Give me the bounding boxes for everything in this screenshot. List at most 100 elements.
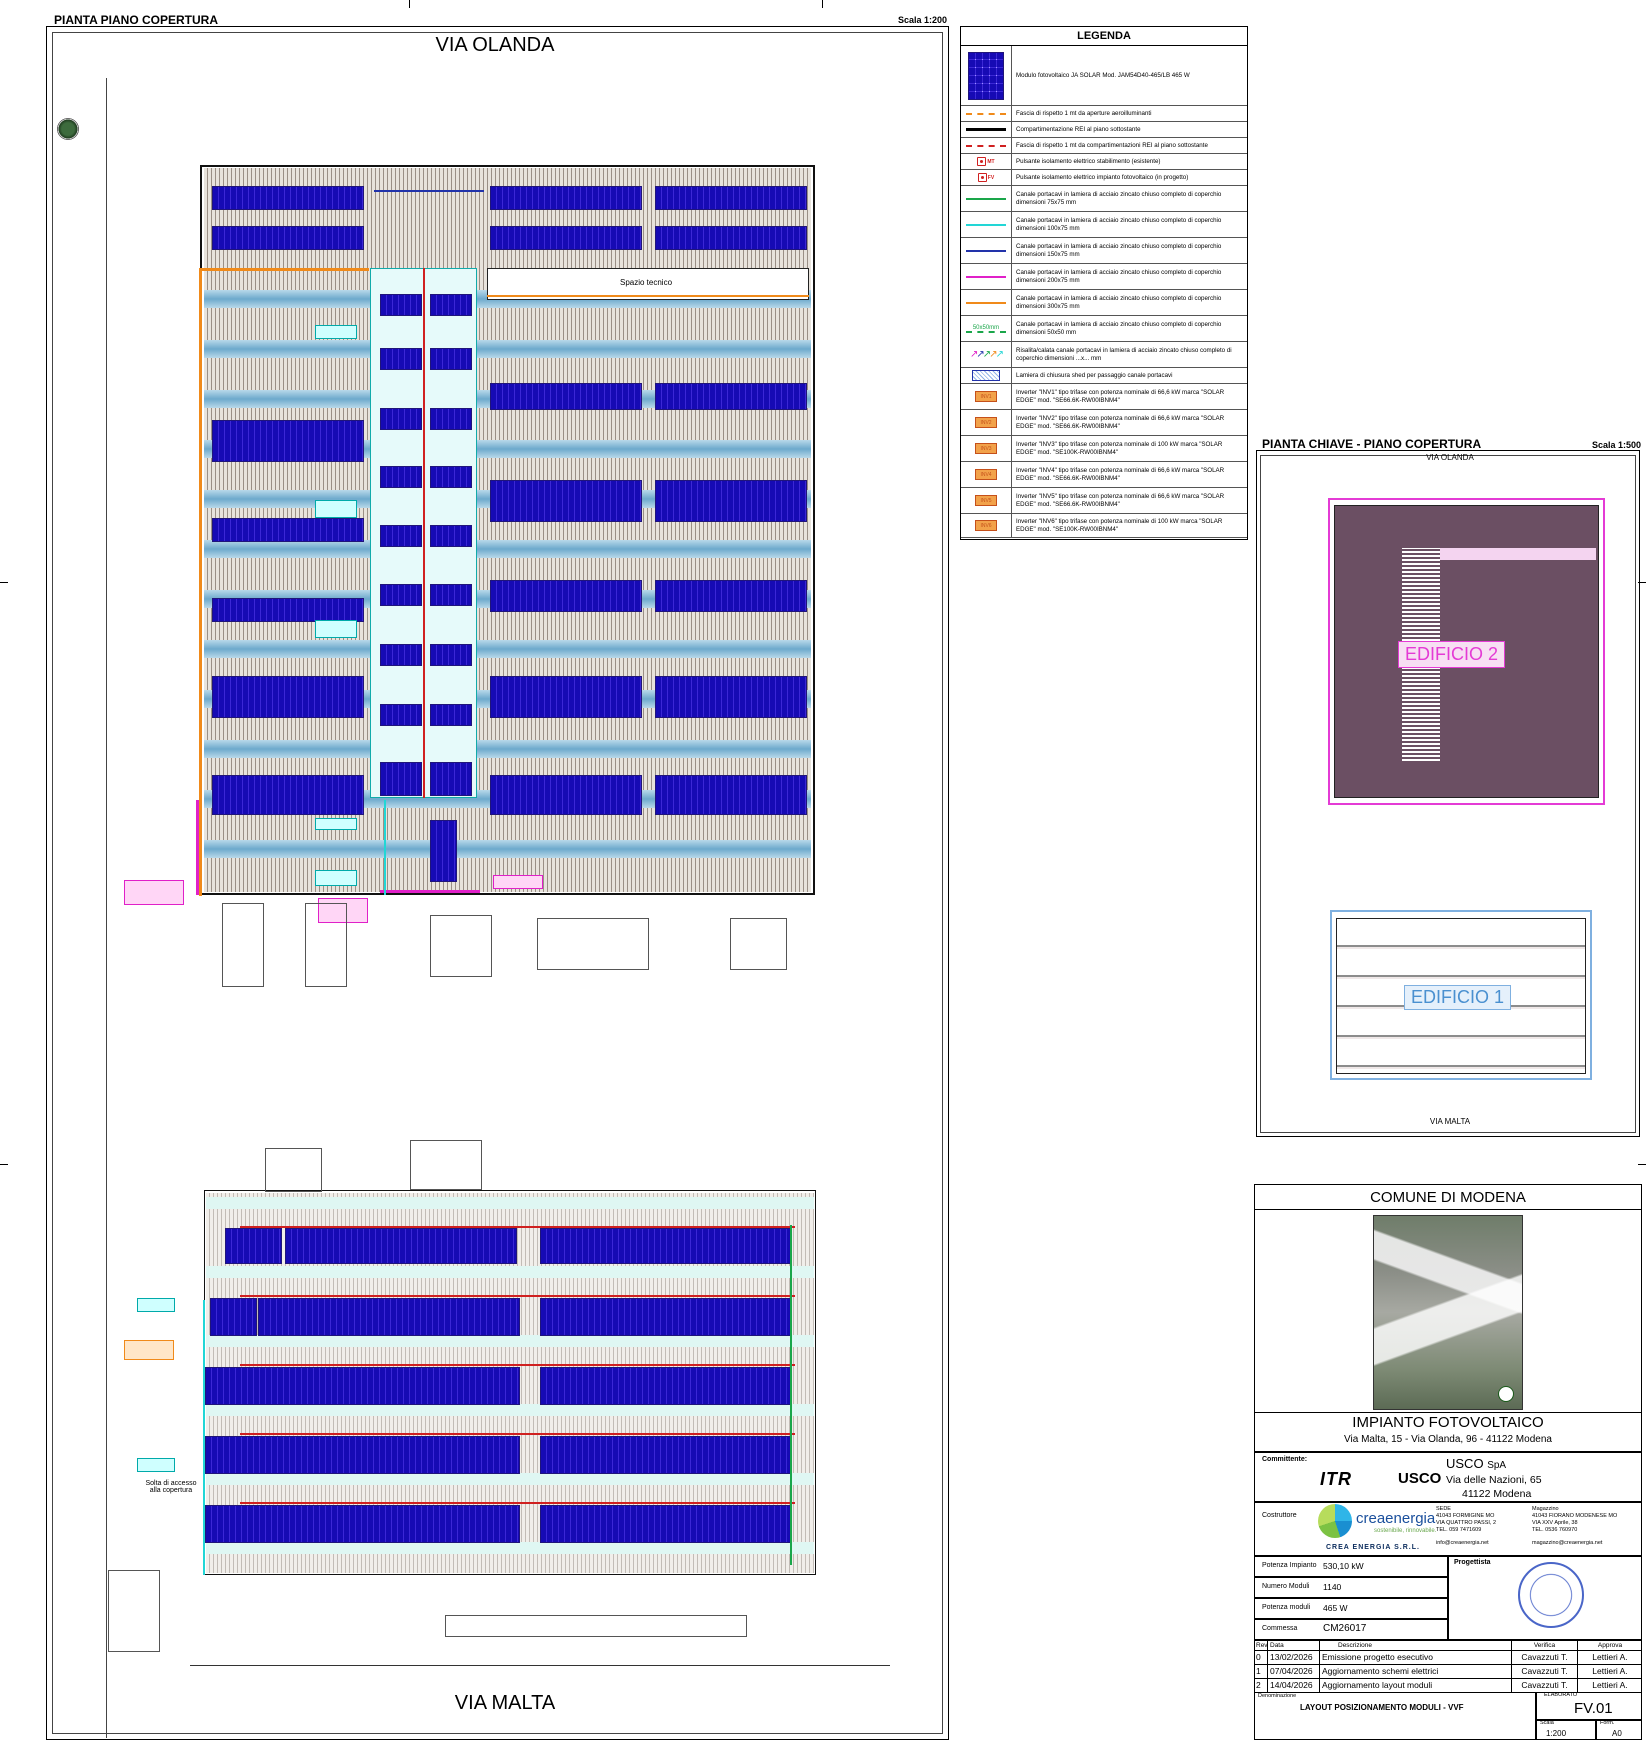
legend-symbol (961, 290, 1012, 315)
annotation-callout (124, 1340, 174, 1360)
perimeter-line (106, 78, 107, 1738)
municipality-name: COMUNE DI MODENA (1370, 1189, 1526, 1206)
legend-row: INV3 Inverter "INV3" tipo trifase con pot… (961, 436, 1247, 462)
street-label-bottom: VIA MALTA (454, 1692, 556, 1714)
riser-arrows-icon: ↗↗↗↗↗ (970, 349, 1004, 360)
shed-closure-icon (972, 370, 1000, 381)
key-plan-street-top: VIA OLANDA (1426, 453, 1474, 462)
client-name: USCO SpA (1446, 1456, 1506, 1471)
ancillary-structure (108, 1570, 160, 1652)
pv-array (430, 762, 472, 796)
office-warehouse: Magazzino 41043 FIORANO MODENESE MO VIA … (1532, 1506, 1618, 1533)
pv-array (655, 480, 807, 522)
builder-label: Costruttore (1262, 1512, 1297, 1519)
revision-approve: Lettieri A. (1592, 1680, 1628, 1690)
pv-array (205, 1505, 520, 1543)
pv-array (655, 186, 807, 210)
annotation-callout (315, 620, 357, 638)
pv-array (490, 775, 642, 815)
shed-strip (204, 840, 811, 858)
client-address-2: 41122 Modena (1462, 1488, 1532, 1500)
drawing-label: ELABORATO (1544, 1692, 1578, 1698)
builder-tagline: sostenibile, rinnovabile. (1374, 1528, 1437, 1534)
pv-array (380, 584, 422, 606)
legend-text: Inverter "INV3" tipo trifase con potenza… (1016, 440, 1223, 456)
annotation-callout (137, 1298, 175, 1312)
revision-approve: Lettieri A. (1592, 1652, 1628, 1662)
button-code: FV (987, 174, 995, 181)
pv-array (380, 762, 422, 796)
pv-array (212, 518, 364, 542)
pv-array (490, 383, 642, 410)
legend-text: Pulsante isolamento elettrico impianto f… (1016, 173, 1189, 181)
ancillary-structure (265, 1148, 322, 1192)
cable-tray-red (240, 1295, 795, 1297)
revision-table: Rev. Data Descrizione Verifica Approva 0… (1254, 1640, 1642, 1693)
building-1-band (206, 1473, 814, 1485)
format-value: A0 (1612, 1729, 1622, 1738)
revision-desc: Aggiornamento layout moduli (1320, 1679, 1512, 1692)
legend-row: MT Pulsante isolamento elettrico stabilim… (961, 154, 1247, 170)
cable-tray-magenta (380, 890, 480, 893)
legend-symbol (961, 238, 1012, 263)
key-plan-building-1-label: EDIFICIO 1 (1404, 985, 1512, 1010)
border-tick (409, 0, 410, 8)
legend-symbol (961, 106, 1012, 121)
job-value: CM26017 (1323, 1623, 1367, 1634)
pv-array (540, 1505, 792, 1543)
legend-text: Inverter "INV5" tipo trifase con potenza… (1016, 492, 1225, 508)
pv-array (212, 676, 364, 718)
legend-text: Inverter "INV1" tipo trifase con potenza… (1016, 388, 1225, 404)
cable-tray-blue (374, 190, 484, 192)
email-info: info@creaenergia.net (1436, 1540, 1489, 1546)
legend-panel: LEGENDA Modulo fotovoltaico JA SOLAR Mod… (960, 26, 1248, 540)
legend-text: Canale portacavi in lamiera di acciaio z… (1016, 268, 1222, 284)
pv-array (212, 420, 364, 462)
border-tick (822, 0, 823, 8)
dashed-red-line-icon (966, 144, 1006, 147)
annotation-callout (137, 1458, 175, 1472)
job-label: Commessa (1262, 1625, 1298, 1632)
pv-array (205, 1436, 520, 1474)
pv-array (380, 294, 422, 316)
cable-tray-red (240, 1502, 795, 1504)
pv-array (380, 704, 422, 726)
legend-row: Canale portacavi in lamiera di acciaio z… (961, 186, 1247, 212)
pv-array (655, 676, 807, 718)
legend-row: INV4 Inverter "INV4" tipo trifase con pot… (961, 462, 1247, 488)
annotation-callout (315, 870, 357, 886)
mt-button-icon: MT (977, 157, 995, 166)
pv-array (540, 1228, 792, 1264)
dashed-orange-line-icon (966, 112, 1006, 115)
denomination-value: LAYOUT POSIZIONAMENTO MODULI - VVF (1300, 1703, 1464, 1712)
revision-check: Cavazzuti T. (1512, 1679, 1578, 1692)
cable-tray-cyan (384, 800, 386, 895)
legend-row: Canale portacavi in lamiera di acciaio z… (961, 290, 1247, 316)
module-power-value: 465 W (1323, 1603, 1348, 1613)
cable-tray-green (790, 1225, 792, 1565)
ancillary-structure (222, 903, 264, 987)
pv-array (655, 775, 807, 815)
legend-row: 50x50mm Canale portacavi in lamiera di ac… (961, 316, 1247, 342)
revision-check: Cavazzuti T. (1512, 1651, 1578, 1664)
cable-tray-orange (487, 295, 809, 297)
key-plan-street-bottom: VIA MALTA (1429, 1117, 1471, 1126)
legend-row: ↗↗↗↗↗ Risalita/calata canale portacavi in… (961, 342, 1247, 368)
rev-header-check: Verifica (1512, 1641, 1578, 1650)
legend-text: Compartimentazione REI al piano sottosta… (1016, 125, 1141, 133)
legend-symbol: 50x50mm (961, 316, 1012, 341)
border-tick (0, 582, 8, 583)
pv-array (380, 525, 422, 547)
orange-line-icon (966, 301, 1006, 304)
pv-array (380, 348, 422, 370)
legend-symbol (961, 212, 1012, 237)
pv-array (430, 584, 472, 606)
modules-value: 1140 (1323, 1582, 1342, 1592)
pv-array (430, 820, 457, 882)
legend-symbol (961, 122, 1012, 137)
pv-array (655, 580, 807, 612)
legend-symbol: INV5 (961, 488, 1012, 513)
shed-strip (204, 340, 811, 358)
pv-array (210, 1298, 257, 1336)
drawing-value: FV.01 (1574, 1700, 1613, 1717)
